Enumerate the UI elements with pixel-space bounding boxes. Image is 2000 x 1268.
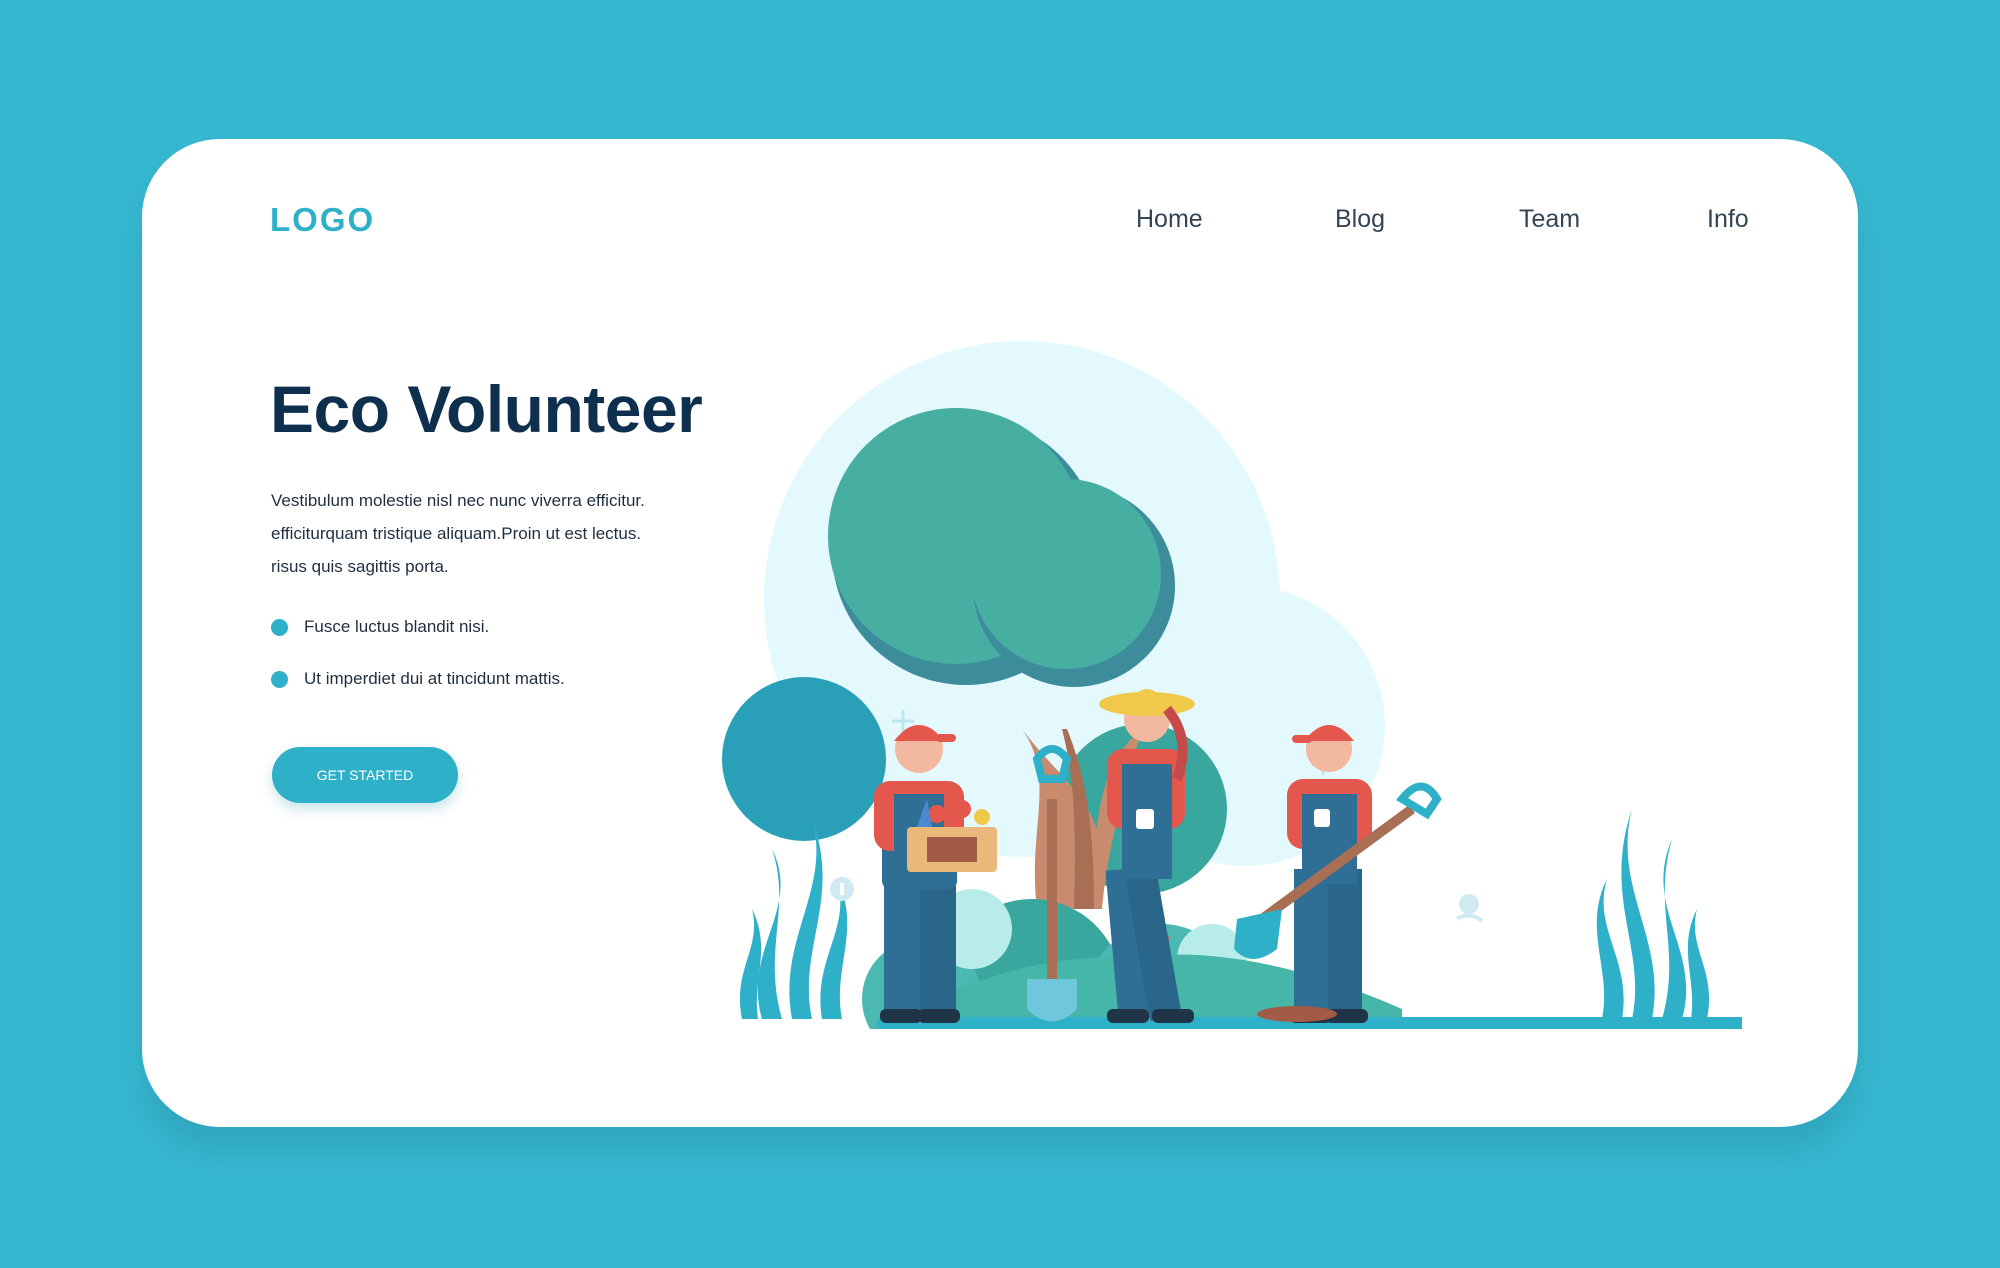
feature-bullet-text: Ut imperdiet dui at tincidunt mattis.: [304, 669, 565, 688]
seaweed-icon: [739, 819, 848, 1019]
eco-volunteer-illustration: [722, 341, 1742, 1029]
hero-description-line-3: risus quis sagittis porta.: [271, 557, 449, 576]
hero-title: Eco Volunteer: [270, 372, 703, 446]
feature-bullet-2: Ut imperdiet dui at tincidunt mattis.: [271, 669, 565, 689]
nav-team[interactable]: Team: [1519, 205, 1580, 234]
get-started-button[interactable]: GET STARTED: [272, 747, 458, 803]
coin-icon: [1455, 894, 1484, 923]
seaweed-icon: [1596, 809, 1710, 1019]
background-circle-icon: [722, 677, 886, 841]
nav-home[interactable]: Home: [1136, 205, 1203, 234]
feature-bullet-text: Fusce luctus blandit nisi.: [304, 617, 490, 636]
landing-card: LOGO Home Blog Team Info Eco Volunteer V…: [142, 139, 1858, 1127]
feature-bullet-1: Fusce luctus blandit nisi.: [271, 617, 489, 637]
nav-blog[interactable]: Blog: [1335, 205, 1385, 234]
bullet-dot-icon: [271, 618, 288, 636]
logo[interactable]: LOGO: [270, 201, 375, 239]
hero-description: Vestibulum molestie nisl nec nunc viverr…: [271, 484, 721, 583]
info-icon: [830, 877, 854, 901]
bullet-dot-icon: [271, 670, 288, 688]
hero-description-line-2: efficiturquam tristique aliquam.Proin ut…: [271, 524, 642, 543]
hero-description-line-1: Vestibulum molestie nisl nec nunc viverr…: [271, 491, 645, 510]
nav-info[interactable]: Info: [1707, 205, 1749, 234]
